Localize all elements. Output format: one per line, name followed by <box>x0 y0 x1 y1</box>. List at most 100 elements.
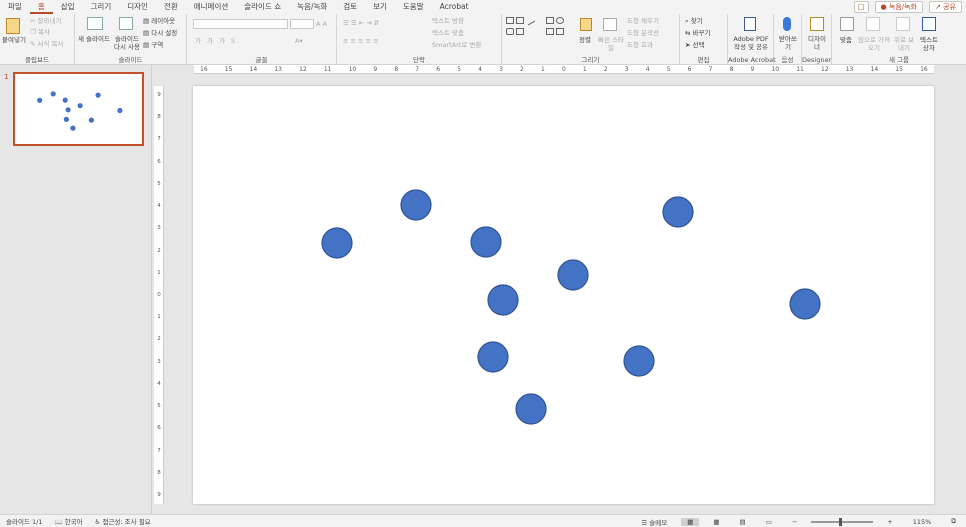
underline-button[interactable]: 가 <box>219 37 225 45</box>
zoom-in-icon[interactable]: + <box>881 518 898 526</box>
fit-slide-icon[interactable]: ⧉ <box>945 517 962 526</box>
send-backward-button[interactable]: 위로 보내기 <box>892 36 916 52</box>
tab-file[interactable]: 파일 <box>0 0 30 14</box>
reuse-slides-button[interactable]: 슬라이드 다시 사용 <box>112 35 142 51</box>
shape-effects-button[interactable]: 도형 효과 <box>627 41 653 49</box>
tab-transitions[interactable]: 전환 <box>156 0 186 14</box>
font-size-combo[interactable] <box>290 19 314 29</box>
tab-review[interactable]: 검토 <box>335 0 365 14</box>
clipboard-group: 붙여넣기 ✂ 잘라내기 ❐ 복사 ✎ 서식 복사 클립보드 <box>0 14 75 65</box>
tab-slideshow[interactable]: 슬라이드 쇼 <box>236 0 289 14</box>
zoom-slider-thumb[interactable] <box>839 517 843 526</box>
replace-button[interactable]: ⇆ 바꾸기 <box>685 29 710 37</box>
layout-button[interactable]: ▤ 레이아웃 <box>143 17 175 25</box>
tab-record[interactable]: 녹음/녹화 <box>289 0 335 14</box>
tab-insert[interactable]: 삽입 <box>53 0 83 14</box>
record-button[interactable]: ● 녹음/녹화 <box>874 1 923 13</box>
circle-shape[interactable] <box>789 288 821 320</box>
shape-fill-button[interactable]: 도형 채우기 <box>627 17 659 25</box>
menu-bar: 파일 홈 삽입 그리기 디자인 전환 애니메이션 슬라이드 쇼 녹음/녹화 검토… <box>0 0 966 14</box>
reset-button[interactable]: ▤ 다시 설정 <box>143 29 177 37</box>
tab-animations[interactable]: 애니메이션 <box>186 0 237 14</box>
ribbon: 붙여넣기 ✂ 잘라내기 ❐ 복사 ✎ 서식 복사 클립보드 새 슬라이드 슬라이… <box>0 14 966 65</box>
reading-view-icon[interactable]: ▤ <box>734 518 752 526</box>
circle-shape[interactable] <box>662 196 694 228</box>
ruler-tick: 2 <box>157 247 161 254</box>
textbox-shape-icon[interactable] <box>506 17 514 24</box>
create-pdf-button[interactable]: Adobe PDF 작성 및 공유 <box>730 35 772 51</box>
comments-button[interactable]: □ <box>853 1 869 13</box>
align-text-button[interactable]: 텍스트 맞춤 <box>432 29 464 37</box>
bring-forward-button[interactable]: 임으로 가져오기 <box>858 36 890 52</box>
rectangle-shape-icon[interactable] <box>546 17 554 24</box>
text-direction-button[interactable]: 텍스트 방향 <box>432 17 464 25</box>
circle-shape[interactable] <box>470 226 502 258</box>
section-button[interactable]: ▤ 구역 <box>143 41 163 49</box>
shape-gallery[interactable] <box>506 15 570 49</box>
align-buttons[interactable]: ≡ ≡ ≡ ≡ ≡ <box>343 37 379 45</box>
circle-shape[interactable] <box>321 227 353 259</box>
zoom-out-icon[interactable]: − <box>786 518 803 526</box>
text-box-button[interactable]: 텍스트 상자 <box>918 36 940 52</box>
triangle-shape-icon[interactable] <box>516 28 524 35</box>
circle-shape[interactable] <box>623 345 655 377</box>
format-painter-button[interactable]: ✎ 서식 복사 <box>30 40 64 48</box>
bold-button[interactable]: 가 <box>195 37 201 45</box>
rounded-rect-shape-icon[interactable] <box>506 28 514 35</box>
smartart-button[interactable]: SmartArt로 변환 <box>432 41 481 49</box>
tab-help[interactable]: 도움말 <box>395 0 432 14</box>
arrow-shape-icon[interactable] <box>546 28 554 35</box>
editing-group: ⌕ 찾기 ⇆ 바꾸기 ➤ 선택 편집 <box>680 14 728 65</box>
tab-design[interactable]: 디자인 <box>119 0 156 14</box>
designer-button[interactable]: 디자이너 <box>808 35 826 51</box>
arrange-button[interactable]: 정렬 <box>579 36 591 44</box>
tab-home[interactable]: 홈 <box>29 0 53 14</box>
new-slide-button[interactable]: 새 슬라이드 <box>78 35 110 43</box>
slideshow-view-icon[interactable]: ▭ <box>760 518 778 526</box>
select-button[interactable]: ➤ 선택 <box>685 41 705 49</box>
zoom-slider[interactable] <box>811 517 874 526</box>
share-button[interactable]: ↗ 공유 <box>929 1 962 13</box>
find-button[interactable]: ⌕ 찾기 <box>685 17 703 25</box>
dictate-button[interactable]: 받아쓰기 <box>777 35 799 51</box>
circle-shape[interactable] <box>557 259 589 291</box>
strike-button[interactable]: S <box>231 37 235 45</box>
accessibility-indicator[interactable]: ♿ 접근성: 조사 필요 <box>89 516 157 526</box>
tab-acrobat[interactable]: Acrobat <box>432 0 477 14</box>
circle-shape[interactable] <box>487 284 519 316</box>
pdf-icon <box>744 17 756 31</box>
grow-font-button[interactable]: A A <box>316 20 327 28</box>
textbox2-shape-icon[interactable] <box>516 17 524 24</box>
copy-button[interactable]: ❐ 복사 <box>30 28 50 36</box>
italic-button[interactable]: 가 <box>207 37 213 45</box>
normal-view-icon[interactable]: ▦ <box>681 517 700 526</box>
slide-thumbnail[interactable] <box>13 72 144 146</box>
sorter-view-icon[interactable]: ▦ <box>707 518 725 526</box>
zoom-level[interactable]: 115% <box>907 518 938 526</box>
notes-button[interactable]: ☰ 슬메모 <box>635 517 673 527</box>
oval-shape-icon[interactable] <box>556 17 564 24</box>
ruler-tick: 2 <box>520 66 524 73</box>
shape-outline-button[interactable]: 도형 윤곽선 <box>627 29 659 37</box>
paste-button[interactable]: 붙여넣기 <box>2 36 26 44</box>
bullets-button[interactable]: ☰ ☰ ⇤ ⇥ ⇵ <box>343 19 379 27</box>
language-indicator[interactable]: 📖 한국어 <box>48 516 88 526</box>
cut-button[interactable]: ✂ 잘라내기 <box>30 17 61 25</box>
font-color-button[interactable]: A▾ <box>295 37 303 45</box>
circle-shape[interactable] <box>400 189 432 221</box>
editing-group-label: 편집 <box>697 56 710 64</box>
circle-shape[interactable] <box>515 393 547 425</box>
slide-canvas[interactable] <box>193 86 934 504</box>
thumbnail-circle <box>63 116 69 122</box>
designer-icon <box>810 17 824 31</box>
line-shape-icon[interactable] <box>524 15 536 26</box>
font-name-combo[interactable] <box>193 19 288 29</box>
reset-icon: ▤ <box>143 29 150 37</box>
tab-view[interactable]: 보기 <box>365 0 395 14</box>
down-arrow-shape-icon[interactable] <box>556 28 564 35</box>
ruler-tick: 10 <box>348 66 357 73</box>
quick-styles-button[interactable]: 빠른 스타일 <box>598 36 624 52</box>
align-button[interactable]: 맞춤 <box>840 36 852 44</box>
tab-draw[interactable]: 그리기 <box>83 0 120 14</box>
circle-shape[interactable] <box>477 341 509 373</box>
